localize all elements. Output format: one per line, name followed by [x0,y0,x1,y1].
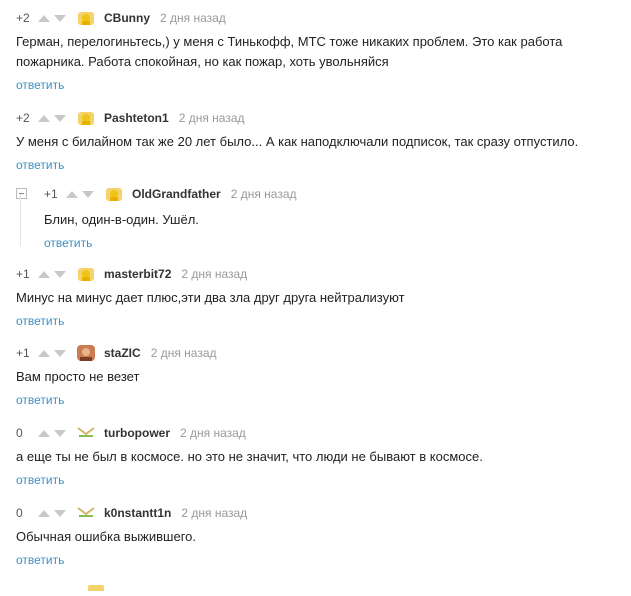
downvote-icon[interactable] [54,429,66,437]
comment-rating: 0 [16,426,23,440]
collapse-thread-button[interactable] [16,188,27,199]
comment-time[interactable]: 2 дня назад [180,426,246,440]
avatar[interactable] [104,185,124,203]
comment-text-line: Герман, перелогиньтесь,) у меня с Тинько… [16,34,563,49]
comment-rating: +1 [16,267,30,281]
comment-author[interactable]: k0nstantt1n [104,506,171,520]
comment-text-line: Обычная ошибка выжившего. [16,529,196,544]
comment-text-line: Вам просто не везет [16,369,140,384]
comment-rating: +1 [44,187,58,201]
reply-link[interactable]: ответить [16,553,64,567]
comment-text-line: пожарника. Работа спокойная, но как пожа… [16,54,389,69]
avatar[interactable] [76,424,96,442]
comment-rating: +2 [16,111,30,125]
upvote-icon[interactable] [38,509,50,517]
upvote-icon[interactable] [38,114,50,122]
upvote-icon[interactable] [38,270,50,278]
comment-time[interactable]: 2 дня назад [151,346,217,360]
thread-line [20,194,21,246]
comment-text-line: У меня с билайном так же 20 лет было... … [16,134,579,149]
avatar[interactable] [76,504,96,522]
avatar[interactable] [76,344,96,362]
downvote-icon[interactable] [54,114,66,122]
comment-time[interactable]: 2 дня назад [181,267,247,281]
comment-author[interactable]: staZIC [104,346,141,360]
reply-link[interactable]: ответить [44,236,92,250]
partial-comment [16,578,106,596]
partial-avatar-strip [88,585,104,593]
reply-link[interactable]: ответить [16,473,64,487]
comment-rating: +2 [16,11,30,25]
downvote-icon[interactable] [54,349,66,357]
comment-author[interactable]: Pashteton1 [104,111,169,125]
comment-rating: 0 [16,506,23,520]
reply-link[interactable]: ответить [16,78,64,92]
comment-author[interactable]: OldGrandfather [132,187,221,201]
comment-author[interactable]: masterbit72 [104,267,171,281]
downvote-icon[interactable] [54,270,66,278]
upvote-icon[interactable] [38,14,50,22]
avatar[interactable] [76,265,96,283]
comment-text-line: а еще ты не был в космосе. но это не зна… [16,449,483,464]
upvote-icon[interactable] [38,349,50,357]
comment-author[interactable]: turbopower [104,426,170,440]
comment-author[interactable]: CBunny [104,11,150,25]
comment-text-line: Минус на минус дает плюс,эти два зла дру… [16,290,405,305]
comment-time[interactable]: 2 дня назад [181,506,247,520]
upvote-icon[interactable] [38,429,50,437]
avatar[interactable] [76,109,96,127]
comment-time[interactable]: 2 дня назад [160,11,226,25]
downvote-icon[interactable] [82,190,94,198]
downvote-icon[interactable] [54,14,66,22]
upvote-icon[interactable] [66,190,78,198]
downvote-icon[interactable] [54,509,66,517]
reply-link[interactable]: ответить [16,393,64,407]
reply-link[interactable]: ответить [16,158,64,172]
avatar[interactable] [76,9,96,27]
comment-text-line: Блин, один-в-один. Ушёл. [44,212,199,227]
comment-time[interactable]: 2 дня назад [231,187,297,201]
comment-rating: +1 [16,346,30,360]
reply-link[interactable]: ответить [16,314,64,328]
comment-time[interactable]: 2 дня назад [179,111,245,125]
